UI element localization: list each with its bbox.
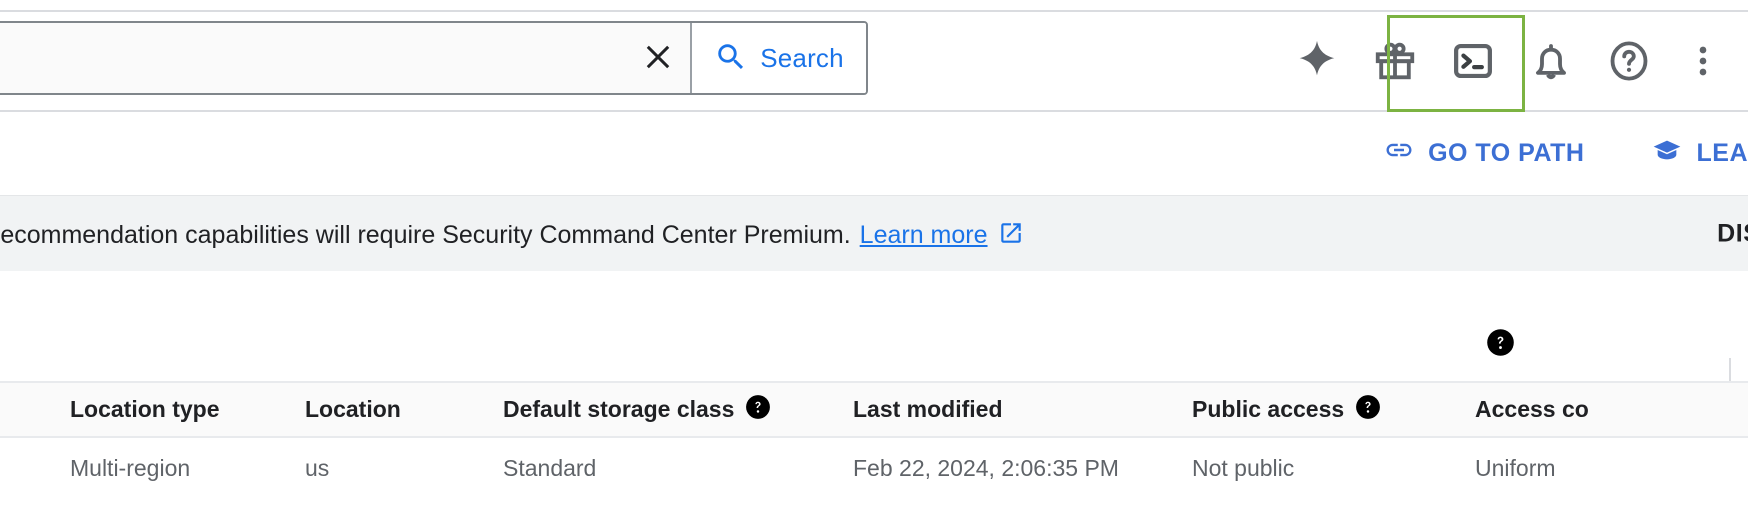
table-cell-default-storage-class: Standard bbox=[503, 455, 853, 482]
help-filled-icon[interactable] bbox=[745, 394, 771, 426]
table-cell-public-access: Not public bbox=[1192, 455, 1475, 482]
link-chain-icon bbox=[1384, 135, 1414, 172]
header-icon-cluster bbox=[1278, 12, 1748, 112]
table-header-label-6: Access co bbox=[1475, 396, 1589, 422]
table-cell-last-modified: Feb 22, 2024, 2:06:35 PM bbox=[853, 455, 1192, 482]
table-cell-value-2: us bbox=[305, 454, 330, 481]
cloud-shell-terminal-icon bbox=[1450, 38, 1496, 87]
dismiss-banner-button[interactable]: DISM bbox=[1711, 218, 1748, 249]
learn-more-link[interactable]: Learn more bbox=[860, 221, 988, 250]
help-circle-icon bbox=[1606, 38, 1652, 87]
help-filled-icon[interactable] bbox=[1486, 328, 1515, 357]
page-actions-row: GO TO PATH LEA bbox=[0, 112, 1748, 195]
help-filled-icon[interactable] bbox=[1355, 394, 1381, 426]
search-icon bbox=[714, 40, 748, 77]
gemini-sparkle-icon bbox=[1294, 38, 1340, 87]
table-header-cell-access-control[interactable]: Access co bbox=[1475, 396, 1748, 423]
promo-banner-message: recommendation capabilities will require… bbox=[0, 221, 851, 249]
table-cell-access-control: Uniform bbox=[1475, 455, 1748, 482]
go-to-path-button[interactable]: GO TO PATH bbox=[1384, 135, 1584, 172]
table-header-cell-location[interactable]: Location bbox=[305, 396, 503, 423]
top-strip bbox=[0, 0, 1748, 12]
table-cell-location: us bbox=[305, 455, 503, 482]
table-header-label-5: Public access bbox=[1192, 396, 1345, 422]
notifications-bell-icon bbox=[1528, 38, 1574, 87]
graduation-cap-icon bbox=[1651, 134, 1683, 173]
header-bar: Search bbox=[0, 12, 1748, 112]
table-header-cell-public-access[interactable]: Public access bbox=[1192, 394, 1475, 426]
search-button[interactable]: Search bbox=[692, 23, 866, 93]
table-header-label-3: Default storage class bbox=[503, 396, 735, 422]
table-header-cell-last-modified[interactable]: Last modified bbox=[853, 396, 1192, 423]
table-header-cell-default-storage-class[interactable]: Default storage class bbox=[503, 394, 853, 426]
table-cell-value-6: Uniform bbox=[1475, 454, 1556, 481]
more-options-button[interactable] bbox=[1668, 23, 1738, 101]
table-header-row: Location type Location Default storage c… bbox=[0, 381, 1748, 438]
table-cell-location-type: Multi-region bbox=[70, 455, 305, 482]
table-cell-value-4: Feb 22, 2024, 2:06:35 PM bbox=[853, 454, 1119, 481]
search-field[interactable]: Search bbox=[0, 21, 868, 95]
table-header-label-1: Location type bbox=[70, 396, 220, 422]
offers-gift-button[interactable] bbox=[1356, 23, 1434, 101]
table-header-label-2: Location bbox=[305, 396, 401, 422]
buckets-table: Location type Location Default storage c… bbox=[0, 381, 1748, 498]
cloud-shell-button[interactable] bbox=[1434, 23, 1512, 101]
table-row[interactable]: Multi-region us Standard Feb 22, 2024, 2… bbox=[0, 438, 1748, 498]
learn-button[interactable]: LEA bbox=[1651, 134, 1748, 173]
promo-banner: recommendation capabilities will require… bbox=[0, 195, 1748, 271]
notifications-button[interactable] bbox=[1512, 23, 1590, 101]
promo-banner-text: recommendation capabilities will require… bbox=[0, 217, 1024, 250]
close-icon bbox=[640, 39, 676, 78]
table-cell-value-5: Not public bbox=[1192, 454, 1295, 481]
gemini-sparkle-button[interactable] bbox=[1278, 23, 1356, 101]
clear-search-button[interactable] bbox=[626, 23, 690, 93]
gift-icon bbox=[1372, 38, 1418, 87]
kebab-more-icon bbox=[1683, 41, 1723, 84]
table-cell-value-3: Standard bbox=[503, 454, 597, 481]
table-header-cell-location-type[interactable]: Location type bbox=[70, 396, 305, 423]
table-header-label-4: Last modified bbox=[853, 396, 1003, 422]
search-input[interactable] bbox=[0, 23, 626, 93]
go-to-path-label: GO TO PATH bbox=[1428, 139, 1585, 167]
external-link-icon[interactable] bbox=[998, 220, 1024, 253]
help-button[interactable] bbox=[1590, 23, 1668, 101]
table-cell-value-1: Multi-region bbox=[70, 454, 191, 481]
learn-label: LEA bbox=[1696, 139, 1748, 167]
table-toolbar-area bbox=[0, 271, 1748, 381]
search-button-label: Search bbox=[760, 42, 844, 73]
toolbar-divider bbox=[1729, 358, 1731, 383]
